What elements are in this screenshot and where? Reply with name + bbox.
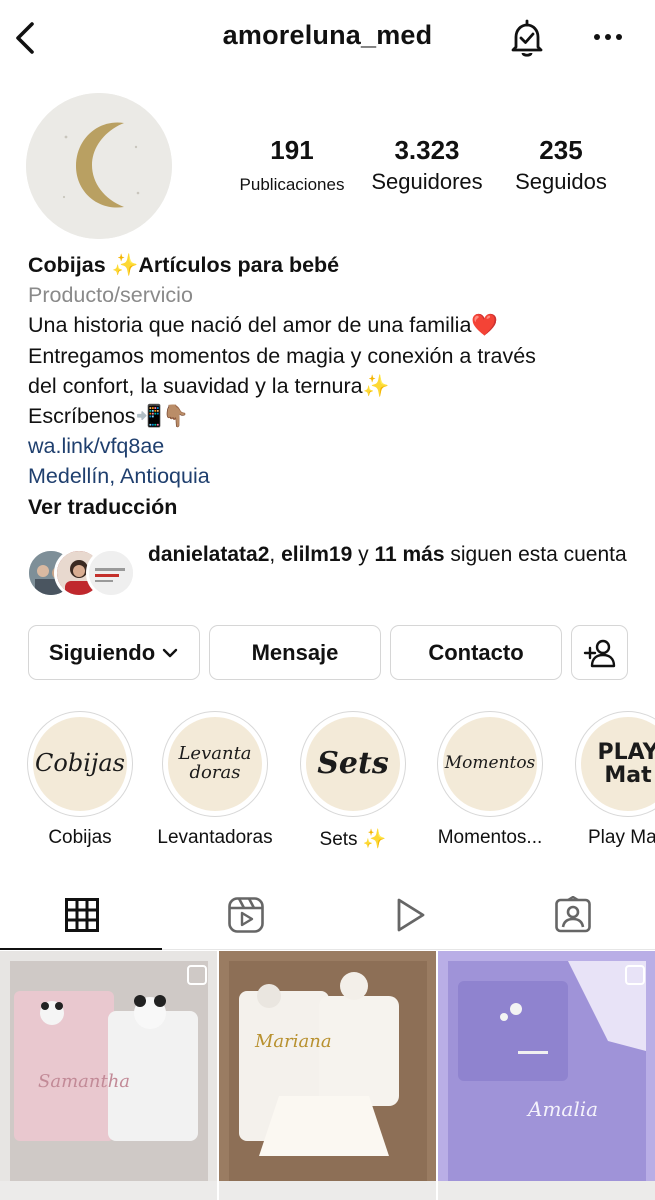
bio-link[interactable]: wa.link/vfq8ae	[28, 431, 638, 461]
highlight-label: Cobijas	[48, 827, 112, 848]
post-caption: Mariana	[255, 1031, 332, 1052]
separator: ,	[269, 543, 276, 566]
contact-label: Contacto	[428, 639, 524, 665]
followers-label: Seguidores	[371, 169, 483, 194]
chevron-down-icon	[162, 648, 178, 657]
avatar-photo	[89, 551, 133, 595]
crescent-moon-logo	[26, 93, 172, 239]
following-count: 235	[539, 135, 583, 165]
connector-text: y	[352, 543, 375, 566]
profile-tabs	[0, 880, 655, 950]
bio-line: Entregamos momentos de magia y conexión …	[28, 343, 536, 368]
profile-avatar[interactable]	[26, 93, 172, 239]
highlight-item[interactable]: Momentos Momentos...	[422, 711, 558, 849]
followers-stat[interactable]: 3.323 Seguidores	[366, 134, 488, 196]
play-icon	[397, 898, 425, 932]
mutual-more-count[interactable]: 11 más	[374, 543, 444, 566]
see-translation-link[interactable]: Ver traducción	[28, 492, 638, 522]
highlight-cover: Momentos	[443, 717, 537, 811]
post-thumbnail	[438, 951, 655, 1200]
tagged-icon	[555, 896, 591, 933]
bio-line: del confort, la suavidad y la ternura✨	[28, 373, 390, 398]
mutual-user[interactable]: elilm19	[281, 543, 352, 566]
highlight-ring: Momentos	[437, 711, 543, 817]
multi-post-indicator	[187, 965, 207, 985]
bio-line: Una historia que nació del amor de una f…	[28, 313, 499, 338]
post-caption: Samantha	[38, 1071, 131, 1092]
highlight-item[interactable]: Cobijas Cobijas	[12, 711, 148, 849]
grid-post[interactable]: Samantha	[0, 951, 217, 1200]
mutual-followers-text: danielatata2, elilm19 y 11 más siguen es…	[148, 540, 646, 570]
following-label: Seguidos	[515, 169, 607, 194]
post-caption: Amalia	[528, 1097, 599, 1121]
highlight-cover: PLAY Mat	[581, 717, 655, 811]
tab-tagged[interactable]	[491, 880, 655, 950]
highlight-item[interactable]: Sets Sets ✨	[285, 711, 421, 851]
posts-stat[interactable]: 191 Publicaciones	[232, 134, 352, 199]
highlight-ring: PLAY Mat	[575, 711, 655, 817]
active-tab-indicator	[0, 948, 162, 950]
posts-label: Publicaciones	[239, 175, 345, 194]
bio-location[interactable]: Medellín, Antioquia	[28, 461, 638, 491]
highlight-cover: Levanta doras	[168, 717, 262, 811]
highlight-label: Play Ma	[588, 827, 655, 848]
more-horizontal-icon	[594, 34, 622, 40]
highlight-item[interactable]: Levanta doras Levantadoras	[147, 711, 283, 849]
tab-reels[interactable]	[164, 880, 328, 950]
tab-videos[interactable]	[328, 880, 492, 950]
reels-icon	[228, 897, 264, 933]
following-button[interactable]: Siguiendo	[28, 625, 200, 680]
mutual-suffix: siguen esta cuenta	[444, 543, 627, 566]
highlight-cover: Sets	[306, 717, 400, 811]
posts-grid: Samantha Mariana Amalia	[0, 951, 655, 1200]
highlight-ring: Cobijas	[27, 711, 133, 817]
multi-post-indicator	[625, 965, 645, 985]
mutual-user[interactable]: danielatata2	[148, 543, 269, 566]
posts-count: 191	[270, 135, 314, 165]
bell-check-icon	[511, 19, 543, 57]
mutual-followers[interactable]: danielatata2, elilm19 y 11 más siguen es…	[26, 540, 646, 610]
profile-bio: Cobijas ✨Artículos para bebé Producto/se…	[28, 250, 638, 522]
bio-line: Escríbenos📲👇🏽	[28, 404, 190, 429]
grid-post[interactable]: Mariana	[219, 951, 436, 1200]
avatar	[86, 548, 136, 598]
tab-posts-grid[interactable]	[0, 880, 164, 950]
notifications-button[interactable]	[507, 17, 547, 59]
grid-post[interactable]: Amalia	[438, 951, 655, 1200]
mutual-avatars	[26, 548, 138, 598]
more-options-button[interactable]	[590, 22, 626, 52]
top-bar: amoreluna_med	[0, 0, 655, 80]
grid-icon	[65, 898, 99, 932]
highlight-label: Momentos...	[437, 827, 543, 848]
highlight-ring: Sets	[300, 711, 406, 817]
profile-username: amoreluna_med	[222, 20, 433, 50]
contact-button[interactable]: Contacto	[390, 625, 562, 680]
following-label: Siguiendo	[48, 639, 156, 665]
suggested-users-button[interactable]	[571, 625, 628, 680]
post-thumbnail	[219, 951, 436, 1200]
highlight-label: Sets ✨	[319, 829, 387, 850]
highlight-cover: Cobijas	[33, 717, 127, 811]
highlight-label: Levantadoras	[157, 827, 273, 848]
add-user-icon	[583, 639, 615, 667]
highlight-ring: Levanta doras	[162, 711, 268, 817]
followers-count: 3.323	[394, 135, 460, 165]
highlight-item[interactable]: PLAY Mat Play Ma	[560, 711, 655, 849]
message-label: Mensaje	[251, 639, 339, 665]
profile-category: Producto/servicio	[28, 283, 193, 308]
following-stat[interactable]: 235 Seguidos	[506, 134, 616, 196]
profile-display-name: Cobijas ✨Artículos para bebé	[28, 253, 340, 277]
message-button[interactable]: Mensaje	[209, 625, 381, 680]
